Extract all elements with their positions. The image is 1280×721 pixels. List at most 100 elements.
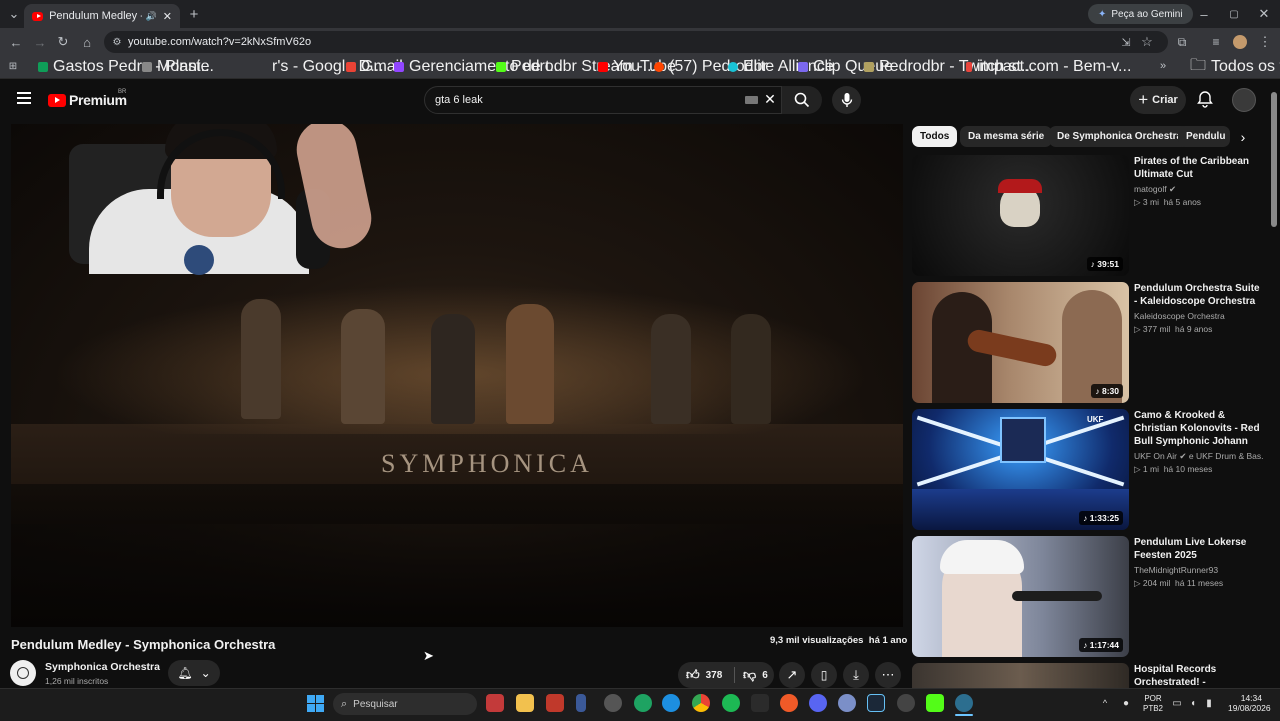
profile-avatar[interactable] (1233, 35, 1247, 49)
taskbar-app-icon[interactable] (486, 694, 504, 712)
chip-all[interactable]: Todos (912, 126, 958, 147)
chrome-menu-icon[interactable]: ⋮ (1257, 34, 1273, 50)
recommendation-channel[interactable]: UKF On Air ✔ e UKF Drum & Bas... (1134, 451, 1264, 462)
taskbar-app-icon[interactable] (634, 694, 652, 712)
create-label: Criar (1152, 94, 1178, 106)
recommendation-title[interactable]: Pirates of the Caribbean Ultimate Cut (1134, 155, 1264, 181)
like-button[interactable]: 👍︎ 378 (678, 667, 734, 683)
video-thumbnail[interactable]: UKF ♪ 1:33:25 (912, 409, 1129, 530)
browser-tab-active[interactable]: Pendulum Medley - Symph 🔊 ✕ (24, 4, 180, 28)
video-thumbnail[interactable]: ♪ 1:17:44 (912, 536, 1129, 657)
network-icon[interactable]: ▭ (1170, 696, 1184, 710)
recommendation-title[interactable]: Pendulum Live Lokerse Feesten 2025 (1134, 536, 1264, 562)
ukf-watermark: UKF (1087, 415, 1104, 424)
video-thumbnail[interactable] (912, 663, 1129, 688)
page-scrollbar[interactable] (1270, 82, 1278, 686)
recommendation-title[interactable]: Pendulum Orchestra Suite - Kaleidoscope … (1134, 282, 1264, 308)
keyboard-icon[interactable] (745, 96, 758, 104)
channel-avatar[interactable] (10, 660, 36, 686)
search-input[interactable]: gta 6 leak (424, 86, 782, 114)
battery-icon[interactable]: ▮ (1202, 696, 1216, 710)
back-icon[interactable]: ← (8, 34, 24, 50)
video-player[interactable]: SYMPHONICA (11, 124, 903, 627)
tab-search-chevron-icon[interactable]: ⌄ (6, 6, 22, 22)
channel-name[interactable]: Symphonica Orchestra (45, 661, 160, 673)
search-value: gta 6 leak (435, 94, 483, 106)
chrome-icon[interactable] (692, 694, 710, 712)
reddit-icon (654, 62, 664, 72)
recommendation-channel[interactable]: Kaleidoscope Orchestra (1134, 311, 1225, 321)
edge-icon[interactable] (662, 694, 680, 712)
more-bookmarks-icon[interactable]: » (1156, 59, 1170, 73)
taskbar-app-icon[interactable] (604, 694, 622, 712)
account-avatar[interactable] (1232, 88, 1256, 112)
reading-list-icon[interactable]: ≡ (1208, 34, 1224, 50)
recommendation-channel[interactable]: matogolf ✔ (1134, 184, 1176, 195)
taskbar-app-icon[interactable] (838, 694, 856, 712)
download-button[interactable]: ⤓ (843, 662, 869, 688)
discord-icon[interactable] (809, 694, 827, 712)
taskbar-app-icon[interactable] (897, 694, 915, 712)
all-bookmarks-button[interactable]: 🗀Todos os favoritos (1190, 57, 1280, 76)
steam-icon[interactable] (867, 694, 885, 712)
kick-icon[interactable] (926, 694, 944, 712)
share-button[interactable]: ↗ (779, 662, 805, 688)
filezilla-icon[interactable] (546, 694, 564, 712)
create-button[interactable]: + Criar (1130, 86, 1186, 114)
install-app-icon[interactable]: ⇲ (1118, 34, 1134, 50)
speaker-icon[interactable]: 🔊 (146, 11, 157, 22)
more-actions-button[interactable]: ⋯ (875, 662, 901, 688)
recommendation-channel[interactable]: TheMidnightRunner93 (1134, 565, 1218, 575)
minimize-icon[interactable]: – (1196, 6, 1212, 22)
address-bar[interactable]: youtube.com/watch?v=2kNxSfmV62o (104, 31, 1168, 53)
chip-pendulum[interactable]: Pendulu (1178, 126, 1230, 147)
bookmark-star-icon[interactable]: ☆ (1139, 34, 1155, 50)
apps-grid-icon[interactable]: ⊞ (6, 59, 20, 73)
language-indicator[interactable]: POR PTB2 (1143, 694, 1163, 714)
taskbar-search[interactable]: ⌕ Pesquisar (333, 693, 477, 715)
chips-next-chevron-icon[interactable]: › (1232, 126, 1254, 147)
recommendation-title[interactable]: Hospital Records Orchestrated! - Symphon… (1134, 663, 1264, 689)
video-thumbnail[interactable]: ♪ 39:51 (912, 155, 1129, 276)
youtube-premium-logo[interactable]: Premium (48, 92, 127, 108)
video-thumbnail[interactable]: ♪ 8:30 (912, 282, 1129, 403)
extensions-icon[interactable]: ⧉ (1174, 34, 1190, 50)
bookmark-item[interactable]: impact.com - Bem-v... (966, 58, 1131, 75)
hamburger-menu-icon[interactable] (17, 92, 31, 104)
clock[interactable]: 14:34 19/08/2026 (1228, 693, 1271, 713)
chip-same-series[interactable]: Da mesma série (960, 126, 1053, 147)
spotify-icon[interactable] (722, 694, 740, 712)
bookmark-item[interactable]: Monste (142, 58, 209, 75)
restore-icon[interactable]: ▢ (1226, 6, 1242, 22)
monster-icon (142, 62, 152, 72)
voice-search-button[interactable] (832, 86, 861, 114)
singer-hair (940, 540, 1024, 574)
recommendation-title[interactable]: Camo & Krooked & Christian Kolonovits - … (1134, 409, 1264, 448)
mic-tray-icon[interactable]: ● (1120, 696, 1132, 710)
subscribed-button[interactable]: 🔔︎ ⌄ (168, 660, 220, 686)
dislike-button[interactable]: 👎︎ 6 (735, 667, 768, 683)
notifications-bell-icon[interactable] (1196, 90, 1214, 108)
scrollbar-thumb[interactable] (1271, 92, 1277, 227)
windows-start-icon[interactable] (307, 695, 324, 712)
reload-icon[interactable]: ↻ (55, 34, 71, 50)
clear-search-icon[interactable]: ✕ (762, 90, 778, 108)
gemini-button[interactable]: ✦ Peça ao Gemini (1088, 4, 1193, 24)
close-window-icon[interactable]: ✕ (1256, 6, 1272, 22)
taskbar-app-icon[interactable] (576, 694, 586, 712)
country-code: BR (118, 89, 127, 95)
tray-overflow-icon[interactable]: ^ (1100, 696, 1110, 710)
new-tab-icon[interactable]: + (186, 6, 202, 23)
site-info-icon[interactable]: ⚙ (110, 34, 124, 50)
volume-icon[interactable]: ◖ (1186, 696, 1200, 710)
chip-from-channel[interactable]: De Symphonica Orchestra (1049, 126, 1191, 147)
soundcloud-icon[interactable] (780, 694, 798, 712)
forward-icon[interactable]: → (32, 34, 48, 50)
taskbar-app-icon[interactable] (955, 694, 973, 712)
save-button[interactable]: ▯ (811, 662, 837, 688)
search-button[interactable] (782, 86, 822, 114)
home-icon[interactable]: ⌂ (79, 34, 95, 50)
file-explorer-icon[interactable] (516, 694, 534, 712)
taskbar-app-icon[interactable] (751, 694, 769, 712)
close-tab-icon[interactable]: ✕ (163, 10, 172, 23)
